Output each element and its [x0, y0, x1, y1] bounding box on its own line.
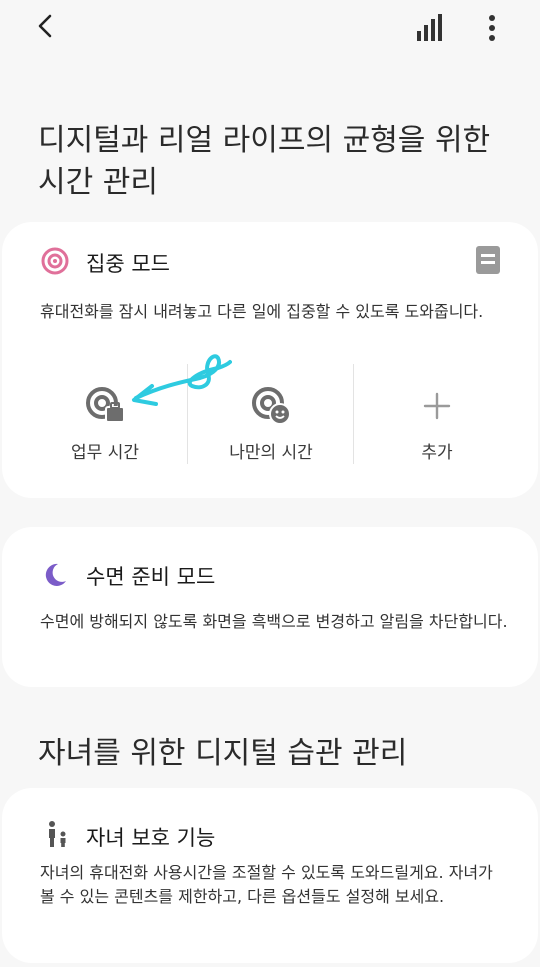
- plus-icon: [415, 384, 459, 428]
- app-bar: [0, 0, 540, 56]
- bedtime-mode-description: 수면에 방해되지 않도록 화면을 흑백으로 변경하고 알림을 차단합니다.: [40, 612, 508, 631]
- focus-personal-icon: [249, 384, 293, 428]
- parental-controls-description: 자녀의 휴대전화 사용시간을 조절할 수 있도록 도와드릴게요. 자녀가 볼 수…: [40, 863, 493, 906]
- focus-mode-description: 휴대전화를 잠시 내려놓고 다른 일에 집중할 수 있도록 도와줍니다.: [40, 302, 484, 321]
- focus-mode-title: 집중 모드: [86, 252, 170, 276]
- mode-add-label: 추가: [421, 443, 453, 463]
- page-headline: 디지털과 리얼 라이프의 균형을 위한 시간 관리: [38, 123, 491, 200]
- bar-chart-icon[interactable]: [410, 8, 450, 48]
- bedtime-mode-title: 수면 준비 모드: [86, 565, 216, 589]
- moon-icon: [40, 561, 68, 589]
- section-title: 자녀를 위한 디지털 습관 관리: [38, 736, 408, 771]
- focus-modes-row: 업무 시간 나만의 시간 추가: [2, 362, 538, 472]
- focus-work-icon: [83, 384, 127, 428]
- parental-controls-card[interactable]: 자녀 보호 기능 자녀의 휴대전화 사용시간을 조절할 수 있도록 도와드릴게요…: [2, 788, 538, 963]
- scribble-annotation-icon: [132, 354, 232, 406]
- more-vert-icon[interactable]: [472, 8, 512, 48]
- back-arrow-icon[interactable]: [24, 6, 68, 46]
- mode-add[interactable]: 추가: [354, 362, 520, 472]
- document-icon[interactable]: [476, 246, 500, 274]
- focus-target-icon: [40, 246, 70, 276]
- bedtime-mode-card[interactable]: 수면 준비 모드 수면에 방해되지 않도록 화면을 흑백으로 변경하고 알림을 …: [2, 527, 538, 687]
- parental-controls-title: 자녀 보호 기능: [86, 826, 216, 850]
- focus-mode-card[interactable]: 집중 모드 휴대전화를 잠시 내려놓고 다른 일에 집중할 수 있도록 도와줍니…: [2, 222, 538, 498]
- parent-child-icon: [44, 820, 70, 848]
- mode-work-label: 업무 시간: [71, 443, 139, 463]
- mode-personal-label: 나만의 시간: [229, 443, 313, 463]
